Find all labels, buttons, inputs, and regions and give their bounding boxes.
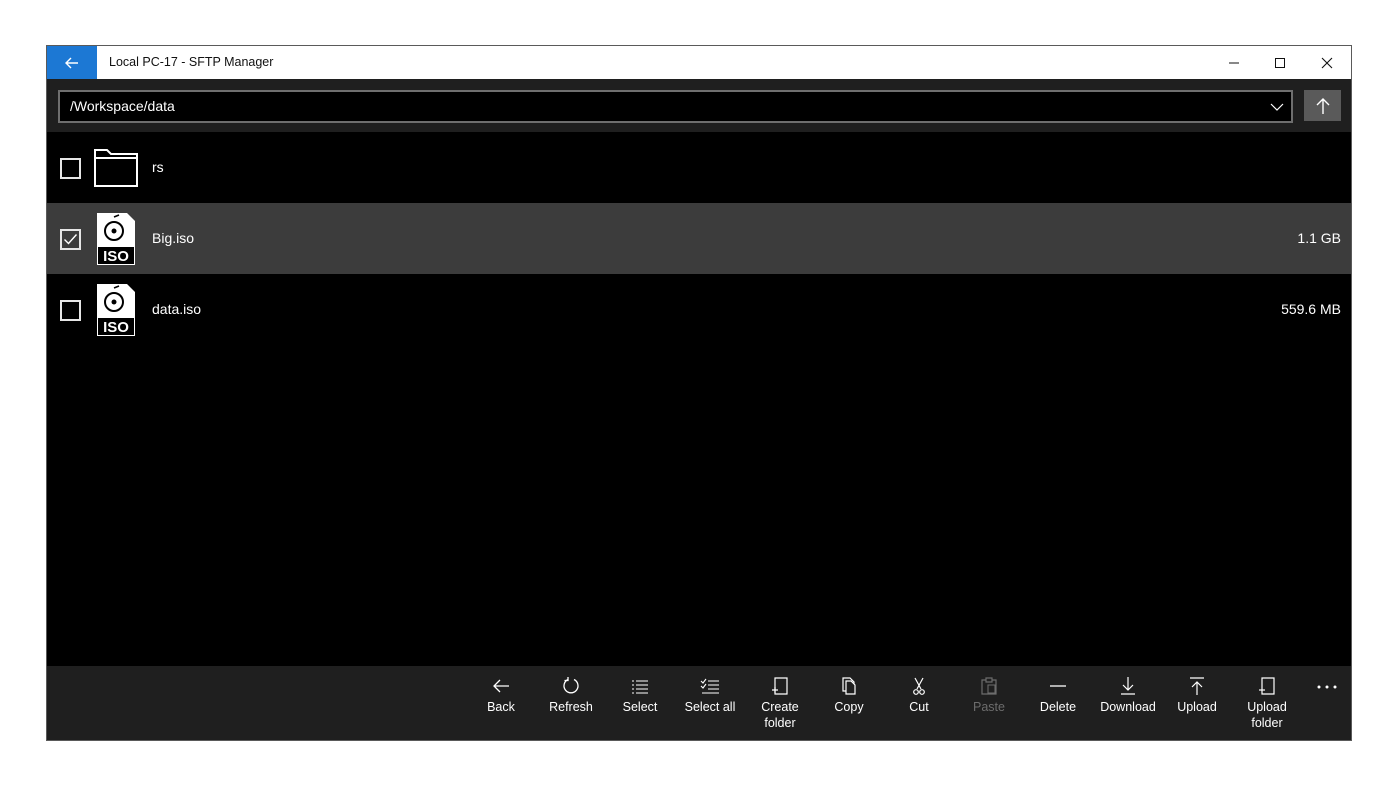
more-options-button[interactable] bbox=[1305, 674, 1349, 700]
command-label: Upload folder bbox=[1247, 700, 1287, 730]
file-row-rs[interactable]: rs bbox=[47, 132, 1351, 203]
row-checkbox-checked[interactable] bbox=[60, 229, 81, 250]
file-name: data.iso bbox=[152, 301, 202, 317]
file-name: Big.iso bbox=[152, 230, 195, 246]
delete-button[interactable]: Delete bbox=[1023, 666, 1093, 740]
file-list: rs ISO Big.iso 1.1 GB ISO data.iso 559.6… bbox=[47, 132, 1351, 345]
command-label: Select bbox=[622, 700, 658, 714]
delete-icon bbox=[1050, 685, 1066, 687]
upload-folder-button[interactable]: Upload folder bbox=[1232, 666, 1302, 740]
select-button[interactable]: Select bbox=[605, 666, 675, 740]
maximize-icon bbox=[1275, 57, 1285, 68]
command-label: Delete bbox=[1039, 700, 1077, 714]
command-label: Upload bbox=[1177, 700, 1217, 714]
row-checkbox[interactable] bbox=[60, 158, 81, 179]
download-icon bbox=[1121, 677, 1135, 695]
svg-text:ISO: ISO bbox=[103, 319, 129, 336]
paste-icon bbox=[981, 677, 997, 695]
paste-button[interactable]: Paste bbox=[954, 666, 1024, 740]
arrow-left-icon bbox=[493, 679, 509, 693]
chevron-down-icon bbox=[1270, 103, 1284, 111]
path-text: /Workspace/data bbox=[70, 98, 175, 114]
back-command-button[interactable]: Back bbox=[466, 666, 536, 740]
command-bar: Back Refresh Select Select all Create fo… bbox=[47, 666, 1351, 740]
title-bar: Local PC-17 - SFTP Manager bbox=[47, 46, 1351, 79]
file-name: rs bbox=[152, 159, 164, 175]
checklist-icon bbox=[700, 678, 719, 694]
copy-button[interactable]: Copy bbox=[814, 666, 884, 740]
cut-icon bbox=[913, 677, 925, 695]
refresh-icon bbox=[563, 677, 579, 694]
folder-icon bbox=[94, 149, 138, 187]
iso-file-icon: ISO bbox=[97, 213, 135, 265]
command-label: Back bbox=[487, 700, 515, 714]
command-label: Copy bbox=[834, 700, 864, 714]
row-checkbox[interactable] bbox=[60, 300, 81, 321]
checkmark-icon bbox=[64, 234, 78, 245]
select-all-button[interactable]: Select all bbox=[675, 666, 745, 740]
path-combobox[interactable]: /Workspace/data bbox=[58, 90, 1293, 123]
title-back-button[interactable] bbox=[47, 46, 97, 79]
file-size: 559.6 MB bbox=[1281, 301, 1341, 317]
refresh-button[interactable]: Refresh bbox=[536, 666, 606, 740]
app-window: Local PC-17 - SFTP Manager /Workspace/da… bbox=[46, 45, 1352, 741]
file-row-big-iso[interactable]: ISO Big.iso 1.1 GB bbox=[47, 203, 1351, 274]
download-button[interactable]: Download bbox=[1093, 666, 1163, 740]
new-folder-icon bbox=[772, 677, 788, 695]
close-icon bbox=[1321, 57, 1333, 68]
cut-button[interactable]: Cut bbox=[884, 666, 954, 740]
arrow-up-icon bbox=[1316, 97, 1329, 114]
iso-file-icon: ISO bbox=[97, 284, 135, 336]
command-label: Paste bbox=[973, 700, 1005, 714]
copy-icon bbox=[842, 677, 856, 695]
close-button[interactable] bbox=[1304, 46, 1350, 79]
upload-folder-icon bbox=[1259, 677, 1275, 695]
window-title: Local PC-17 - SFTP Manager bbox=[109, 55, 274, 69]
command-label: Create folder bbox=[761, 700, 799, 730]
command-label: Download bbox=[1100, 700, 1156, 714]
maximize-button[interactable] bbox=[1257, 46, 1303, 79]
create-folder-button[interactable]: Create folder bbox=[745, 666, 815, 740]
minimize-icon bbox=[1229, 62, 1239, 63]
arrow-left-icon bbox=[65, 57, 78, 68]
file-size: 1.1 GB bbox=[1297, 230, 1341, 246]
more-icon bbox=[1317, 685, 1337, 689]
path-bar: /Workspace/data bbox=[47, 79, 1351, 132]
command-label: Select all bbox=[684, 700, 736, 714]
command-label: Refresh bbox=[549, 700, 593, 714]
command-label: Cut bbox=[909, 700, 929, 714]
upload-button[interactable]: Upload bbox=[1162, 666, 1232, 740]
file-row-data-iso[interactable]: ISO data.iso 559.6 MB bbox=[47, 274, 1351, 345]
minimize-button[interactable] bbox=[1211, 46, 1257, 79]
upload-icon bbox=[1190, 677, 1204, 695]
svg-text:ISO: ISO bbox=[103, 248, 129, 265]
list-icon bbox=[632, 680, 648, 694]
parent-folder-button[interactable] bbox=[1304, 90, 1341, 121]
